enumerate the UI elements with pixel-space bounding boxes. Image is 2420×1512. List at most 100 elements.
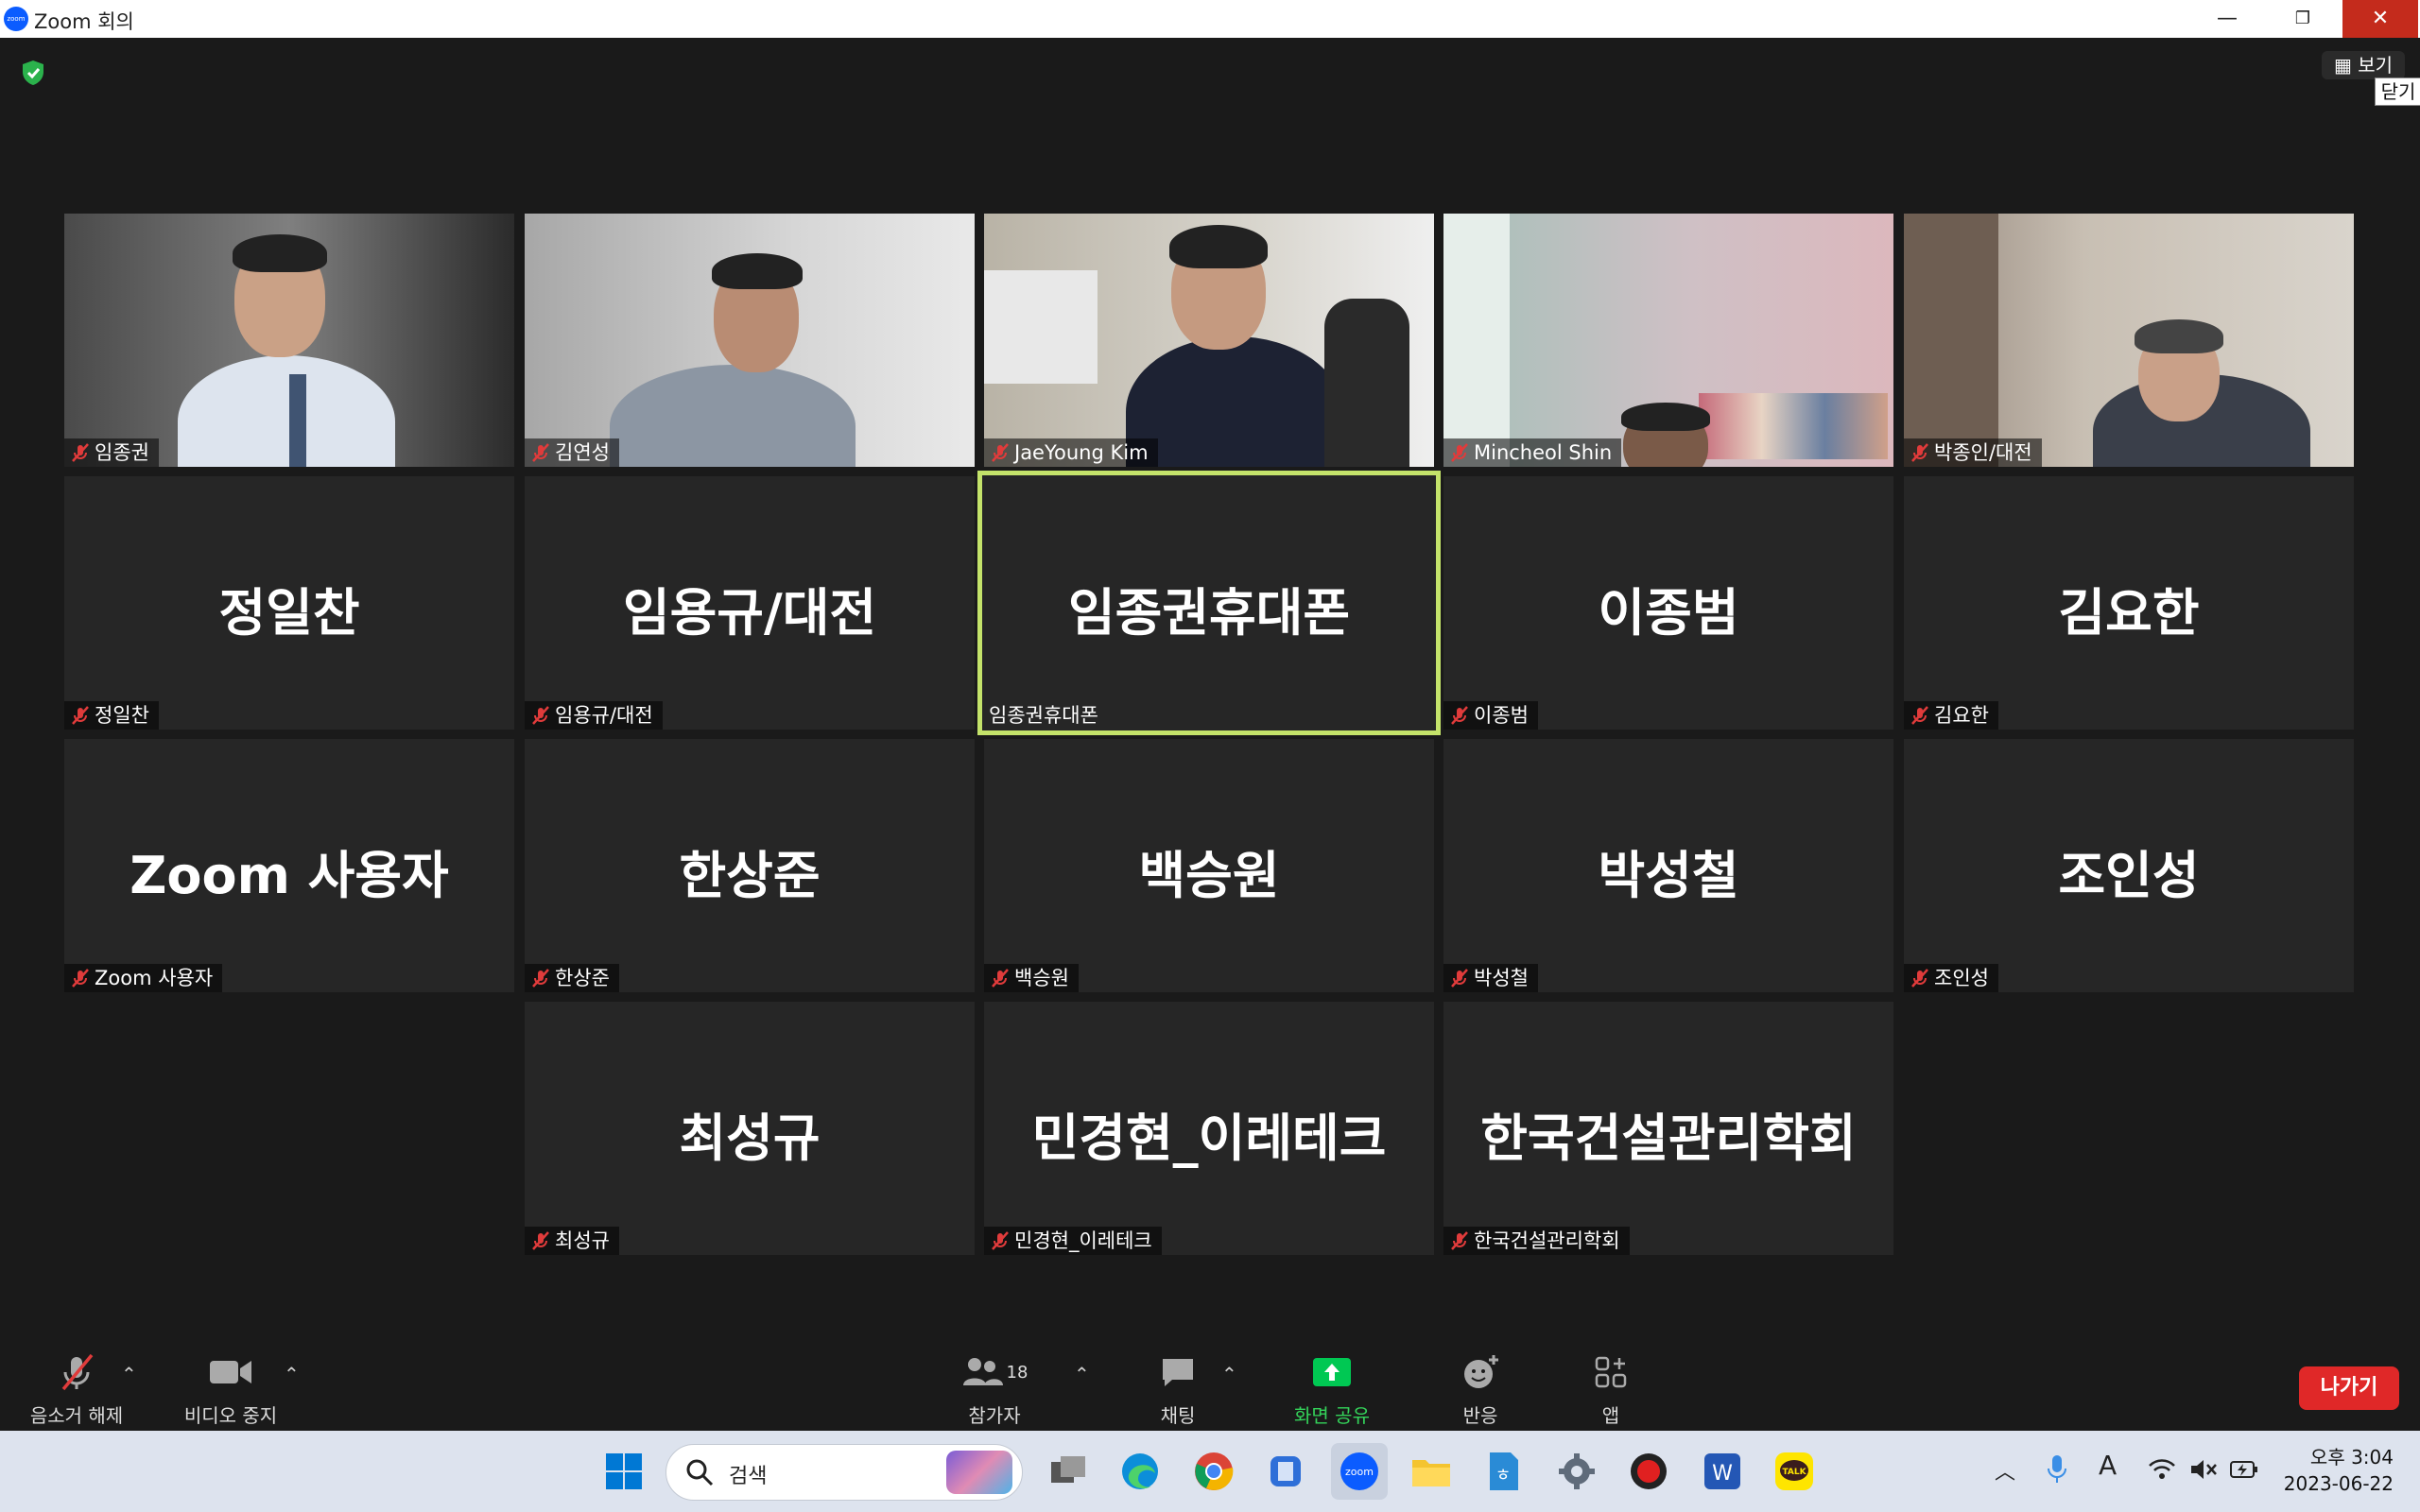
- mic-muted-icon: [532, 706, 549, 725]
- chat-options-caret[interactable]: ⌃: [1221, 1363, 1237, 1385]
- taskbar-clock[interactable]: 오후 3:04 2023-06-22: [2280, 1444, 2394, 1497]
- reaction-emoji-icon: [1464, 1355, 1498, 1388]
- participant-tile[interactable]: 임용규/대전 임용규/대전: [525, 476, 975, 730]
- participant-display-name: Zoom 사용자: [130, 846, 449, 905]
- participants-icon: [962, 1358, 1003, 1385]
- participant-name-tag: 백승원: [984, 964, 1079, 992]
- screen-recorder-icon[interactable]: [1620, 1443, 1677, 1500]
- mic-muted-icon: [992, 969, 1009, 988]
- video-camera-icon: [210, 1361, 251, 1383]
- participant-tile[interactable]: 박성철 박성철: [1443, 739, 1893, 992]
- mic-muted-icon: [1451, 969, 1468, 988]
- participant-name-tag: 한상준: [525, 964, 619, 992]
- participant-display-name: 정일찬: [218, 583, 360, 643]
- taskbar-search[interactable]: 검색: [666, 1444, 1023, 1501]
- audio-options-caret[interactable]: ⌃: [121, 1363, 137, 1385]
- mic-muted-icon: [61, 1353, 94, 1391]
- leave-meeting-button[interactable]: 나가기: [2299, 1366, 2399, 1410]
- participant-name-tag: 김연성: [525, 438, 619, 467]
- video-options-caret[interactable]: ⌃: [284, 1363, 300, 1385]
- participants-button[interactable]: 18 참가자: [947, 1346, 1042, 1428]
- participant-display-name: 한국건설관리학회: [1480, 1108, 1857, 1168]
- task-view-icon[interactable]: [1040, 1443, 1097, 1500]
- settings-gear-icon[interactable]: [1548, 1443, 1605, 1500]
- participant-display-name: 박성철: [1598, 846, 1739, 905]
- participant-tile[interactable]: 백승원 백승원: [984, 739, 1434, 992]
- participant-tile[interactable]: 한국건설관리학회 한국건설관리학회: [1443, 1002, 1893, 1255]
- participant-name-tag: 민경현_이레테크: [984, 1227, 1162, 1255]
- mic-muted-icon: [1911, 443, 1928, 462]
- minimize-button[interactable]: —: [2189, 0, 2265, 38]
- microphone-tray-icon[interactable]: [2046, 1453, 2068, 1486]
- chrome-browser-icon[interactable]: [1185, 1443, 1242, 1500]
- reactions-button[interactable]: 반응: [1433, 1346, 1528, 1428]
- participant-tile[interactable]: 조인성 조인성: [1904, 739, 2354, 992]
- participant-display-name: 백승원: [1138, 846, 1280, 905]
- participant-tile[interactable]: 이종범 이종범: [1443, 476, 1893, 730]
- battery-charging-icon[interactable]: [2229, 1459, 2259, 1480]
- video-tile[interactable]: 박종인/대전: [1904, 214, 2354, 467]
- mic-muted-icon: [1911, 706, 1928, 725]
- participant-video: [525, 214, 975, 467]
- media-player-icon[interactable]: [1257, 1443, 1314, 1500]
- mic-muted-icon: [532, 1231, 549, 1250]
- zoom-taskbar-icon[interactable]: zoom: [1331, 1443, 1388, 1500]
- participant-tile[interactable]: 한상준 한상준: [525, 739, 975, 992]
- participant-name-tag: 임종권휴대폰: [989, 704, 1098, 727]
- mic-muted-icon: [1451, 706, 1468, 725]
- unmute-button[interactable]: 음소거 해제: [17, 1346, 136, 1428]
- participant-display-name: 민경현_이레테크: [1031, 1108, 1387, 1168]
- wifi-icon[interactable]: [2148, 1457, 2176, 1482]
- search-icon: [686, 1459, 714, 1486]
- participant-display-name: 이종범: [1598, 583, 1739, 643]
- participant-name-tag: 임용규/대전: [525, 701, 663, 730]
- grid-icon: ▦: [2333, 54, 2352, 77]
- video-tile[interactable]: JaeYoung Kim: [984, 214, 1434, 467]
- close-button[interactable]: ✕: [2342, 0, 2418, 38]
- participant-name-tag: 정일찬: [64, 701, 159, 730]
- view-button[interactable]: ▦ 보기: [2322, 51, 2405, 79]
- participant-tile[interactable]: 정일찬 정일찬: [64, 476, 514, 730]
- participant-name-tag: JaeYoung Kim: [984, 438, 1158, 467]
- speaker-muted-icon[interactable]: [2189, 1457, 2218, 1482]
- participant-name-tag: 최성규: [525, 1227, 619, 1255]
- participant-name-tag: 한국건설관리학회: [1443, 1227, 1630, 1255]
- meeting-toolbar: 음소거 해제 ⌃ 비디오 중지 ⌃ 18 참가자 ⌃ 채팅 ⌃ 화면 공유 반응…: [0, 1325, 2420, 1431]
- share-screen-button[interactable]: 화면 공유: [1280, 1346, 1384, 1428]
- file-explorer-icon[interactable]: [1403, 1443, 1460, 1500]
- active-speaker-tile[interactable]: 임종권휴대폰 임종권휴대폰: [977, 471, 1441, 735]
- chat-button[interactable]: 채팅: [1131, 1346, 1225, 1428]
- input-method-icon[interactable]: A: [2099, 1450, 2117, 1481]
- apps-icon: [1595, 1356, 1627, 1388]
- kakaotalk-icon[interactable]: TALK: [1766, 1443, 1823, 1500]
- edge-browser-icon[interactable]: [1112, 1443, 1168, 1500]
- participant-name-tag: 박종인/대전: [1904, 438, 2042, 467]
- svg-text:zoom: zoom: [1345, 1466, 1374, 1478]
- participants-options-caret[interactable]: ⌃: [1074, 1363, 1090, 1385]
- mic-muted-icon: [72, 443, 89, 462]
- share-screen-icon: [1313, 1358, 1351, 1386]
- participant-video: [984, 214, 1434, 467]
- hangul-editor-icon[interactable]: ㅎ: [1475, 1443, 1531, 1500]
- encryption-shield-icon[interactable]: [19, 59, 47, 87]
- mic-muted-icon: [72, 969, 89, 988]
- stop-video-button[interactable]: 비디오 중지: [174, 1346, 287, 1428]
- video-tile[interactable]: Mincheol Shin: [1443, 214, 1893, 467]
- video-tile[interactable]: 김연성: [525, 214, 975, 467]
- participant-name-tag: 임종권: [64, 438, 159, 467]
- word-processor-icon[interactable]: W: [1694, 1443, 1751, 1500]
- participant-tile[interactable]: Zoom 사용자 Zoom 사용자: [64, 739, 514, 992]
- participant-tile[interactable]: 최성규 최성규: [525, 1002, 975, 1255]
- video-tile[interactable]: 임종권: [64, 214, 514, 467]
- participant-video: [1443, 214, 1893, 467]
- title-bar: zoom Zoom 회의 — ❐ ✕: [0, 0, 2420, 38]
- restore-button[interactable]: ❐: [2265, 0, 2341, 38]
- participant-tile[interactable]: 김요한 김요한: [1904, 476, 2354, 730]
- show-hidden-icons-chevron[interactable]: ︿: [1995, 1455, 2015, 1486]
- participant-display-name: 최성규: [679, 1108, 821, 1168]
- mic-muted-icon: [1451, 443, 1468, 462]
- participant-name-tag: 김요한: [1904, 701, 1998, 730]
- participant-tile[interactable]: 민경현_이레테크 민경현_이레테크: [984, 1002, 1434, 1255]
- windows-start-icon[interactable]: [596, 1443, 652, 1500]
- apps-button[interactable]: 앱: [1565, 1346, 1656, 1428]
